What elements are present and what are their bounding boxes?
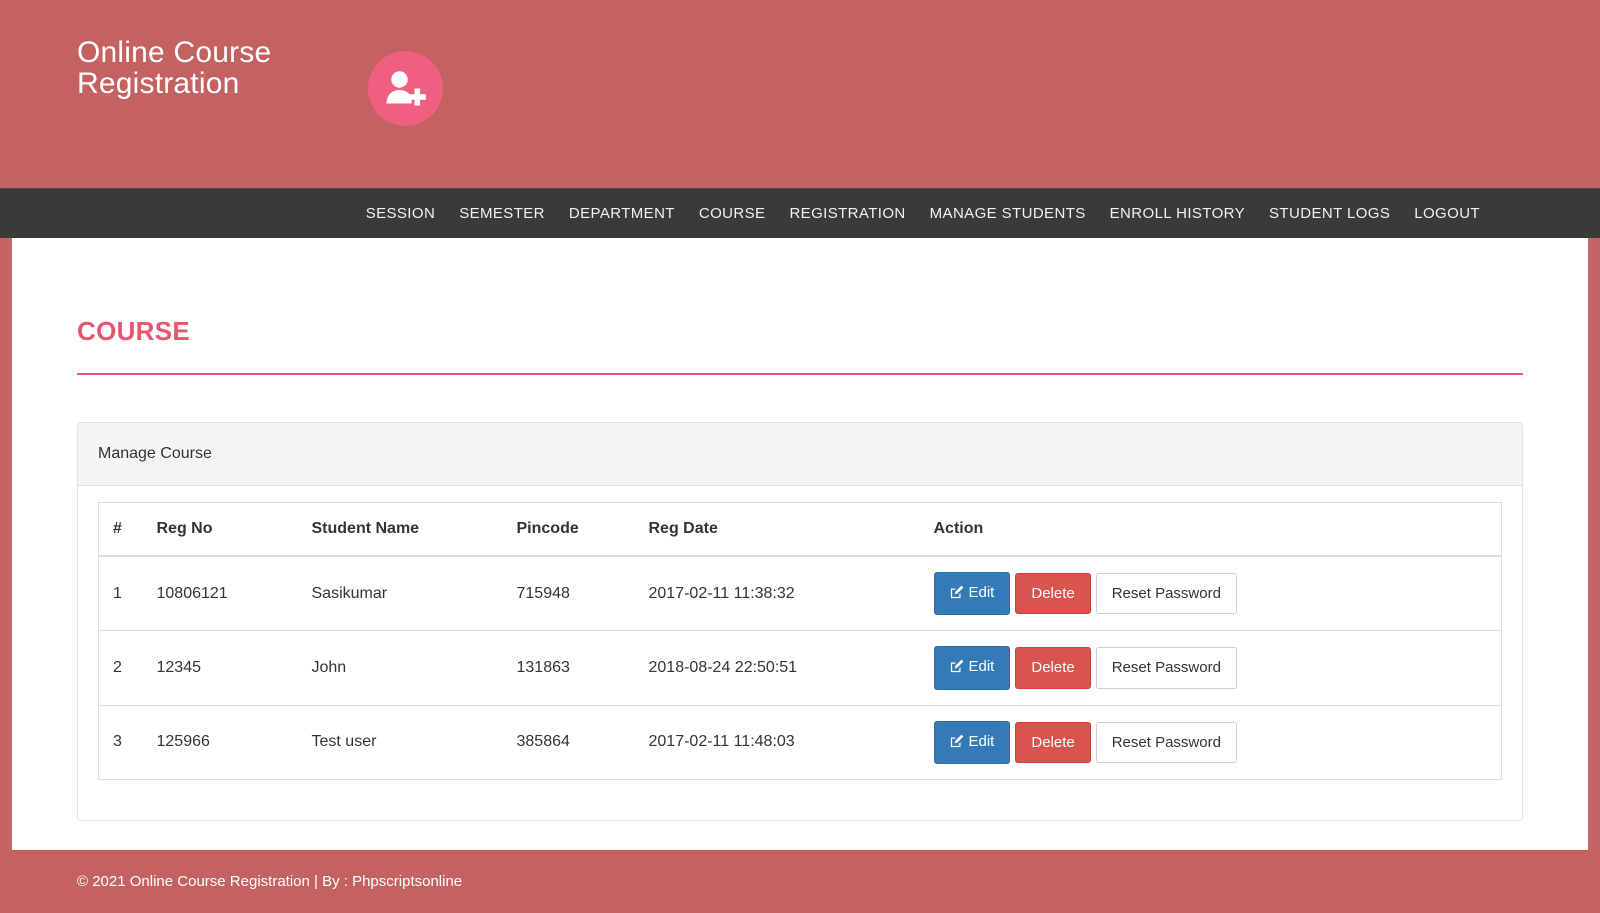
column-header-student-name: Student Name: [297, 502, 503, 557]
column-header-reg-date: Reg Date: [634, 502, 920, 557]
nav-item-enroll-history[interactable]: ENROLL HISTORY: [1098, 205, 1257, 222]
table-row: 1 10806121 Sasikumar 715948 2017-02-11 1…: [99, 556, 1502, 631]
column-header-action: Action: [919, 502, 1502, 557]
table-body: 1 10806121 Sasikumar 715948 2017-02-11 1…: [98, 556, 1502, 780]
column-header-reg-no: Reg No: [142, 502, 298, 557]
edit-button[interactable]: Edit: [933, 720, 1011, 764]
cell-reg-date: 2017-02-11 11:38:32: [648, 584, 795, 602]
cell-pincode: 385864: [502, 704, 635, 780]
footer-text: © 2021 Online Course Registration | By :…: [77, 873, 463, 890]
nav-item-student-logs[interactable]: STUDENT LOGS: [1257, 205, 1402, 222]
edit-button-label: Edit: [968, 732, 995, 750]
cell-pincode: 131863: [502, 630, 635, 706]
nav-item-course[interactable]: COURSE: [687, 205, 778, 222]
cell-pincode: 715948: [516, 584, 570, 602]
brand-title: Online Course Registration: [77, 36, 272, 100]
pen-to-square-icon: [950, 658, 964, 679]
content-area: COURSE Manage Course # Reg No Student Na…: [12, 238, 1588, 850]
page-root: Online Course Registration SESSION SEMES…: [0, 0, 1600, 913]
site-header: Online Course Registration: [0, 0, 1600, 188]
title-divider: [77, 373, 1523, 375]
nav-item-logout[interactable]: LOGOUT: [1402, 205, 1492, 222]
cell-reg-date: 2017-02-11 11:48:03: [634, 704, 920, 780]
cell-reg-no: 10806121: [156, 584, 228, 602]
site-footer: © 2021 Online Course Registration | By :…: [0, 850, 1600, 913]
nav-item-department[interactable]: DEPARTMENT: [557, 205, 687, 222]
cell-action: Edit Delete Reset Password: [919, 630, 1502, 706]
cell-index: 2: [98, 630, 143, 706]
cell-reg-no: 125966: [142, 704, 298, 780]
delete-button[interactable]: Delete: [1015, 647, 1091, 689]
content-container: COURSE Manage Course # Reg No Student Na…: [12, 316, 1588, 821]
cell-action: Edit Delete Reset Password: [919, 704, 1502, 780]
panel-body: # Reg No Student Name Pincode Reg Date A…: [78, 486, 1522, 820]
table-header-row: # Reg No Student Name Pincode Reg Date A…: [98, 502, 1502, 557]
manage-course-panel: Manage Course # Reg No Student Name Pinc…: [77, 422, 1523, 821]
edit-button-label: Edit: [968, 658, 995, 676]
delete-button[interactable]: Delete: [1015, 721, 1091, 763]
main-navigation: SESSION SEMESTER DEPARTMENT COURSE REGIS…: [0, 188, 1600, 238]
table-row: 3 125966 Test user 385864 2017-02-11 11:…: [98, 704, 1502, 780]
column-header-index: #: [98, 502, 143, 557]
edit-button[interactable]: Edit: [933, 572, 1011, 616]
user-plus-icon: [368, 51, 443, 126]
page-title: COURSE: [77, 316, 191, 346]
nav-item-manage-students[interactable]: MANAGE STUDENTS: [918, 205, 1098, 222]
cell-student-name: John: [297, 630, 503, 706]
nav-item-registration[interactable]: REGISTRATION: [777, 205, 917, 222]
cell-reg-date: 2018-08-24 22:50:51: [634, 630, 920, 706]
panel-heading: Manage Course: [78, 423, 1522, 486]
cell-student-name: Test user: [297, 704, 503, 780]
edit-button-label: Edit: [968, 584, 995, 601]
reset-password-button[interactable]: Reset Password: [1095, 721, 1237, 763]
pen-to-square-icon: [950, 733, 964, 754]
pen-to-square-icon: [950, 584, 964, 605]
table-row: 2 12345 John 131863 2018-08-24 22:50:51 …: [98, 630, 1502, 706]
cell-action: Edit Delete Reset Password: [920, 556, 1502, 631]
delete-button[interactable]: Delete: [1015, 573, 1091, 615]
table-head: # Reg No Student Name Pincode Reg Date A…: [98, 502, 1502, 557]
cell-reg-no: 12345: [142, 630, 298, 706]
course-table: # Reg No Student Name Pincode Reg Date A…: [98, 502, 1502, 780]
edit-button[interactable]: Edit: [933, 646, 1011, 690]
nav-item-semester[interactable]: SEMESTER: [447, 205, 557, 222]
column-header-pincode: Pincode: [502, 502, 635, 557]
cell-student-name: Sasikumar: [311, 584, 388, 602]
cell-index: 1: [113, 584, 122, 602]
reset-password-button[interactable]: Reset Password: [1095, 647, 1237, 689]
reset-password-button[interactable]: Reset Password: [1095, 573, 1237, 615]
cell-index: 3: [98, 704, 143, 780]
nav-item-session[interactable]: SESSION: [354, 205, 448, 222]
